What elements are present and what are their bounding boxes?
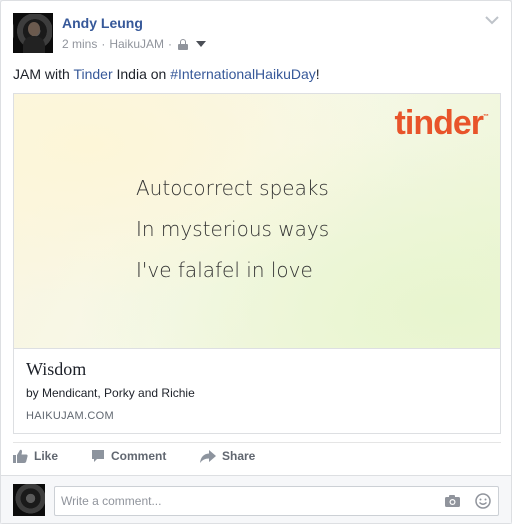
post-meta: 2 mins · HaikuJAM · bbox=[62, 37, 207, 51]
author-avatar[interactable] bbox=[13, 13, 53, 53]
card-title[interactable]: Wisdom bbox=[26, 359, 86, 380]
haiku-line: I've falafel in love bbox=[136, 258, 313, 282]
haiku-line: In mysterious ways bbox=[136, 217, 330, 241]
thumbs-up-icon bbox=[13, 449, 28, 463]
post-time[interactable]: 2 mins bbox=[62, 37, 97, 51]
chevron-down-icon[interactable] bbox=[485, 15, 499, 25]
card-description: by Mendicant, Porky and Richie bbox=[26, 386, 195, 400]
comment-input[interactable] bbox=[54, 486, 499, 516]
share-icon bbox=[200, 449, 216, 463]
post-text: JAM with Tinder India on #InternationalH… bbox=[13, 66, 320, 82]
camera-icon[interactable] bbox=[445, 495, 460, 507]
comment-button[interactable]: Comment bbox=[91, 449, 166, 463]
divider bbox=[13, 442, 501, 443]
tinder-logo: tinder™ bbox=[394, 104, 489, 142]
card-image[interactable]: tinder™ Autocorrect speaks In mysterious… bbox=[14, 94, 500, 349]
haiku-line: Autocorrect speaks bbox=[136, 176, 329, 200]
post-card: Andy Leung 2 mins · HaikuJAM · JAM with … bbox=[0, 0, 512, 524]
haiku-text: Autocorrect speaks In mysterious ways I'… bbox=[136, 168, 329, 291]
lock-icon bbox=[178, 38, 189, 50]
share-button[interactable]: Share bbox=[200, 449, 255, 463]
author-name[interactable]: Andy Leung bbox=[62, 15, 143, 31]
user-avatar bbox=[13, 484, 45, 516]
post-via[interactable]: HaikuJAM bbox=[109, 37, 164, 51]
shared-link-card[interactable]: tinder™ Autocorrect speaks In mysterious… bbox=[13, 93, 501, 434]
action-bar: Like Comment Share bbox=[13, 449, 501, 471]
tagged-page-link[interactable]: Tinder bbox=[73, 66, 112, 82]
audience-dropdown-icon[interactable] bbox=[196, 41, 207, 47]
emoji-icon[interactable] bbox=[475, 493, 491, 509]
card-domain: HAIKUJAM.COM bbox=[26, 410, 114, 422]
like-button[interactable]: Like bbox=[13, 449, 58, 463]
hashtag-link[interactable]: #InternationalHaikuDay bbox=[170, 66, 316, 82]
comment-icon bbox=[92, 450, 104, 462]
comment-composer bbox=[1, 475, 511, 523]
